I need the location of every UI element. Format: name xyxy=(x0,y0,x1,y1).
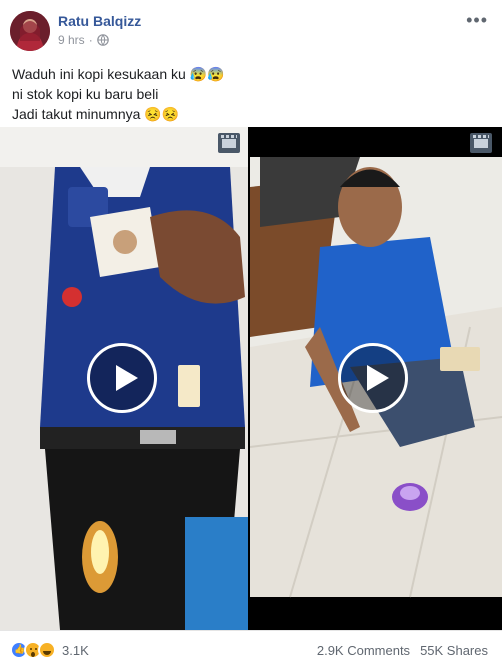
post-text-line: Waduh ini kopi kesukaan ku 😰😰 xyxy=(12,66,225,82)
post-text-line: ni stok kopi ku baru beli xyxy=(12,86,159,102)
reaction-count[interactable]: 3.1K xyxy=(62,643,89,658)
video-left[interactable] xyxy=(0,127,248,630)
shares-count[interactable]: 55K Shares xyxy=(420,643,488,658)
video-right[interactable] xyxy=(250,127,502,630)
post-text: Waduh ini kopi kesukaan ku 😰😰 ni stok ko… xyxy=(12,64,482,124)
post-text-line: Jadi takut minumnya 😣😣 xyxy=(12,106,180,122)
play-icon[interactable] xyxy=(338,343,408,413)
avatar[interactable] xyxy=(10,11,50,51)
author-name[interactable]: Ratu Balqizz xyxy=(58,13,141,29)
post-meta: 9 hrs · xyxy=(58,33,109,47)
more-options-icon[interactable]: ••• xyxy=(466,10,488,31)
post-footer: 3.1K 2.9K Comments 55K Shares xyxy=(0,630,502,671)
clip-icon xyxy=(470,133,492,153)
play-icon[interactable] xyxy=(87,343,157,413)
haha-reaction-icon xyxy=(38,641,56,659)
globe-icon[interactable] xyxy=(96,34,109,46)
facebook-post: Ratu Balqizz 9 hrs · ••• Waduh ini kopi … xyxy=(0,0,502,671)
video-gallery xyxy=(0,127,502,630)
comments-count[interactable]: 2.9K Comments xyxy=(317,643,410,658)
post-stats: 2.9K Comments 55K Shares xyxy=(317,643,488,658)
reactions-summary[interactable]: 3.1K xyxy=(10,641,89,659)
meta-separator: · xyxy=(88,33,93,47)
post-time[interactable]: 9 hrs xyxy=(58,33,85,47)
clip-icon xyxy=(218,133,240,153)
